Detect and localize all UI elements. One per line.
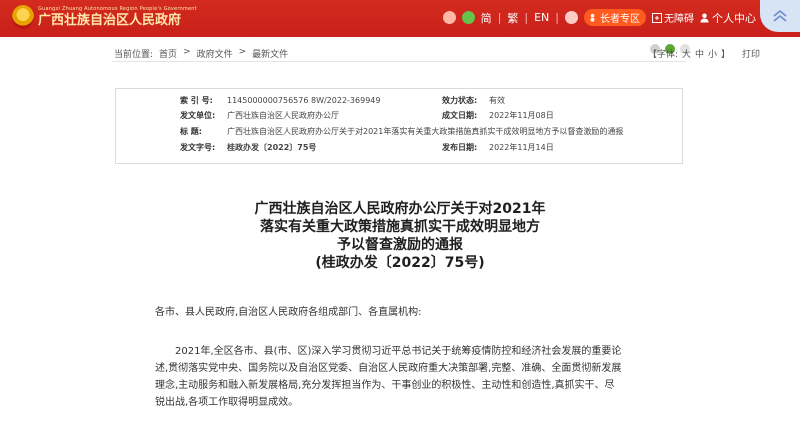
separator: | <box>555 11 559 24</box>
published-date-label: 发布日期: <box>442 143 478 152</box>
paragraph-line: 述,贯彻落实党中央、国务院以及自治区党委、自治区人民政府重大决策部署,完整、准确… <box>155 363 622 374</box>
addressee: 各市、县人民政府,自治区人民政府各组成部门、各直属机构: <box>155 307 422 318</box>
national-emblem-icon <box>12 5 34 29</box>
issuer-label: 发文单位: <box>180 111 216 120</box>
elder-zone-label: 长者专区 <box>600 14 640 25</box>
breadcrumb-latest-docs[interactable]: 最新文件 <box>252 47 288 60</box>
header-bar: Guangxi Zhuang Autonomous Region People'… <box>0 0 800 37</box>
lang-english-link[interactable]: EN <box>534 11 549 24</box>
paragraph-line: 理念,主动服务和融入新发展格局,充分发挥担当作为、干事创业的积极性、主动性和创造… <box>155 380 615 391</box>
body-paragraph: 2021年,全区各市、县(市、区)深入学习贯彻习近平总书记关于统筹疫情防控和经济… <box>155 343 665 411</box>
accessibility-icon <box>652 12 662 23</box>
published-date-value: 2022年11月14日 <box>489 143 554 152</box>
index-value: 1145000000756576 8W/2022-369949 <box>227 96 381 105</box>
font-size-controls: 【字体: 大 中 小 】 打印 <box>648 47 760 60</box>
document-metadata: 索 引 号: 1145000000756576 8W/2022-369949 效… <box>115 88 683 164</box>
logo-english-text: Guangxi Zhuang Autonomous Region People'… <box>38 6 197 12</box>
title-line: 予以督查激励的通报 <box>337 237 463 253</box>
breadcrumb-prefix: 当前位置: <box>114 50 154 60</box>
docno-label: 发文字号: <box>180 143 216 152</box>
lang-simplified-link[interactable]: 简 <box>481 10 492 26</box>
header-tools: 简 | 繁 | EN | 长者专区 无障碍 个人中心 <box>442 9 756 26</box>
user-center-label: 个人中心 <box>712 11 756 25</box>
font-large-button[interactable]: 大 <box>682 47 691 60</box>
validity-label: 效力状态: <box>442 96 478 105</box>
page-title: 广西壮族自治区人民政府办公厅关于对2021年 落实有关重大政策措施真抓实干成效明… <box>0 200 800 272</box>
mobile-icon[interactable] <box>565 11 578 24</box>
elder-zone-button[interactable]: 长者专区 <box>584 9 646 26</box>
user-center-link[interactable]: 个人中心 <box>700 10 756 26</box>
print-button[interactable]: 打印 <box>742 47 760 60</box>
subject-label: 标 题: <box>180 127 202 136</box>
wechat-icon[interactable] <box>461 11 475 24</box>
user-icon <box>700 13 709 22</box>
font-size-close: 】 <box>720 50 730 60</box>
title-line: 落实有关重大政策措施真抓实干成效明显地方 <box>260 219 540 235</box>
paragraph-line: 锐出战,各项工作取得明显成效。 <box>155 397 299 408</box>
accessibility-button[interactable]: 无障碍 <box>652 10 694 25</box>
issuer-value: 广西壮族自治区人民政府办公厅 <box>227 111 339 120</box>
breadcrumb-gov-docs[interactable]: 政府文件 <box>197 47 233 60</box>
breadcrumb-separator: > <box>183 47 191 57</box>
paragraph-line: 2021年,全区各市、县(市、区)深入学习贯彻习近平总书记关于统筹疫情防控和经济… <box>155 346 622 357</box>
double-chevron-up-icon <box>773 9 787 22</box>
breadcrumb-separator: > <box>238 47 247 57</box>
scroll-to-top-button[interactable] <box>760 0 800 32</box>
meta-row-docno: 发文字号: 桂政办发〔2022〕75号 发布日期: 2022年11月14日 <box>116 141 684 154</box>
accessibility-label: 无障碍 <box>664 14 694 25</box>
font-size-label: 【字体: <box>647 50 678 60</box>
docno-value: 桂政办发〔2022〕75号 <box>227 143 317 152</box>
meta-row-issuer: 发文单位: 广西壮族自治区人民政府办公厅 成文日期: 2022年11月08日 <box>116 109 684 122</box>
font-medium-button[interactable]: 中 <box>695 47 704 60</box>
separator: | <box>497 11 502 24</box>
breadcrumb: 当前位置: 首页 > 政府文件 > 最新文件 <box>114 47 288 60</box>
index-label: 索 引 号: <box>180 96 213 105</box>
created-date-value: 2022年11月08日 <box>489 111 554 120</box>
title-line: 广西壮族自治区人民政府办公厅关于对2021年 <box>254 201 546 217</box>
meta-row-subject: 标 题: 广西壮族自治区人民政府办公厅关于对2021年落实有关重大政策措施真抓实… <box>116 125 684 138</box>
validity-value: 有效 <box>489 96 505 105</box>
breadcrumb-home[interactable]: 首页 <box>159 47 177 60</box>
subject-value: 广西壮族自治区人民政府办公厅关于对2021年落实有关重大政策措施真抓实干成效明显… <box>227 127 624 136</box>
lang-traditional-link[interactable]: 繁 <box>507 10 518 26</box>
created-date-label: 成文日期: <box>442 111 478 120</box>
document-number: (桂政办发〔2022〕75号) <box>315 255 485 271</box>
font-small-button[interactable]: 小 <box>708 47 717 60</box>
divider <box>112 61 686 62</box>
separator: | <box>524 11 529 24</box>
weibo-icon[interactable] <box>442 11 456 24</box>
logo-chinese-text: 广西壮族自治区人民政府 <box>38 13 182 28</box>
site-logo[interactable]: Guangxi Zhuang Autonomous Region People'… <box>12 5 197 29</box>
meta-row-index: 索 引 号: 1145000000756576 8W/2022-369949 效… <box>116 94 684 107</box>
elder-icon <box>590 13 595 22</box>
